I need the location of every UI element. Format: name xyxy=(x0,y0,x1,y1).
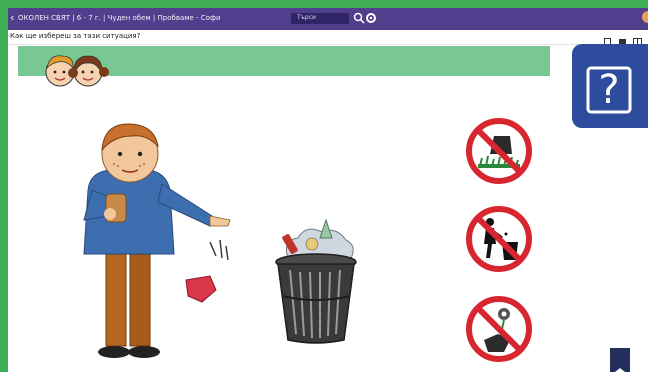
help-icon: ? xyxy=(586,66,632,114)
window-icon[interactable] xyxy=(633,32,642,47)
window-title: ОКОЛЕН СВЯТ | 6 - 7 г. | Чуден обем | Пр… xyxy=(18,14,221,22)
question-text: Как ще избереш за тази ситуация? xyxy=(10,32,141,40)
no-littering-sign xyxy=(466,206,532,272)
app-topbar: ‹ ОКОЛЕН СВЯТ | 6 - 7 г. | Чуден обем | … xyxy=(8,8,648,30)
search-placeholder: Търси xyxy=(297,14,316,21)
bookmark-icon[interactable] xyxy=(603,32,612,48)
user-avatar[interactable] xyxy=(642,11,648,23)
help-button[interactable]: ? xyxy=(572,44,648,128)
no-picking-flowers-sign xyxy=(466,296,532,362)
kids-avatars xyxy=(45,55,109,87)
trash-bin xyxy=(275,218,357,344)
page-icon[interactable] xyxy=(618,32,627,46)
toolbar xyxy=(603,32,642,48)
question-bar: Как ще избереш за тази ситуация? xyxy=(8,30,648,48)
search-icon[interactable] xyxy=(352,11,366,25)
bookmark-ribbon-icon[interactable] xyxy=(608,348,632,372)
help-label: ? xyxy=(598,67,619,113)
search-input[interactable]: Търси xyxy=(291,13,349,24)
boy-littering xyxy=(83,123,231,358)
no-stepping-on-grass-sign xyxy=(466,118,532,184)
page-frame: ‹ ОКОЛЕН СВЯТ | 6 - 7 г. | Чуден обем | … xyxy=(8,8,648,372)
back-icon[interactable]: ‹ xyxy=(10,11,14,25)
gear-icon[interactable] xyxy=(365,12,377,24)
